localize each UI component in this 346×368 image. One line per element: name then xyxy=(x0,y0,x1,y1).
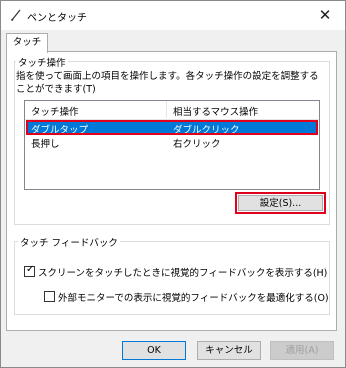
touch-actions-description: 指を使って画面上の項目を操作します。各タッチ操作の設定を調整することができます(… xyxy=(16,71,319,95)
optimize-external-monitor-label[interactable]: 外部モニターでの表示に視覚的フィードバックを最適化する(O) xyxy=(58,290,329,304)
show-visual-feedback-checkbox[interactable]: ✓ xyxy=(24,264,35,277)
settings-button[interactable]: 設定(S)... xyxy=(238,195,323,211)
window-title: ペンとタッチ xyxy=(27,13,87,24)
pen-icon xyxy=(10,9,21,22)
touch-actions-list[interactable]: タッチ操作 相当するマウス操作 ダブルタップ ダブルクリック 長押し 右クリック xyxy=(24,100,320,190)
list-row-double-tap[interactable]: ダブルタップ ダブルクリック xyxy=(26,121,318,136)
title-bar: ペンとタッチ ✕ xyxy=(1,1,345,30)
row-mouse-equivalent: 右クリック xyxy=(173,139,221,150)
touch-actions-group-title: タッチ操作 xyxy=(16,55,68,69)
ok-button[interactable]: OK xyxy=(122,341,186,360)
list-row-press-and-hold[interactable]: 長押し 右クリック xyxy=(26,135,318,150)
close-button[interactable]: ✕ xyxy=(305,1,345,30)
touch-feedback-group-title: タッチ フィードバック xyxy=(18,235,120,249)
cancel-button[interactable]: キャンセル xyxy=(197,341,261,360)
show-visual-feedback-label[interactable]: スクリーンをタッチしたときに視覚的フィードバックを表示する(H) xyxy=(38,265,327,279)
row-action: ダブルタップ xyxy=(31,125,89,136)
row-action: 長押し xyxy=(31,139,60,150)
column-separator[interactable] xyxy=(166,101,167,118)
column-header-touch-action[interactable]: タッチ操作 xyxy=(31,104,79,118)
list-header: タッチ操作 相当するマウス操作 xyxy=(25,101,319,120)
tab-strip xyxy=(1,30,345,52)
tab-touch[interactable]: タッチ xyxy=(6,33,48,53)
row-mouse-equivalent: ダブルクリック xyxy=(173,125,240,136)
column-header-mouse-action[interactable]: 相当するマウス操作 xyxy=(173,104,258,118)
check-icon: ✓ xyxy=(26,264,35,275)
close-icon: ✕ xyxy=(318,6,332,24)
optimize-external-monitor-checkbox[interactable] xyxy=(44,291,55,302)
apply-button[interactable]: 適用(A) xyxy=(270,341,334,360)
